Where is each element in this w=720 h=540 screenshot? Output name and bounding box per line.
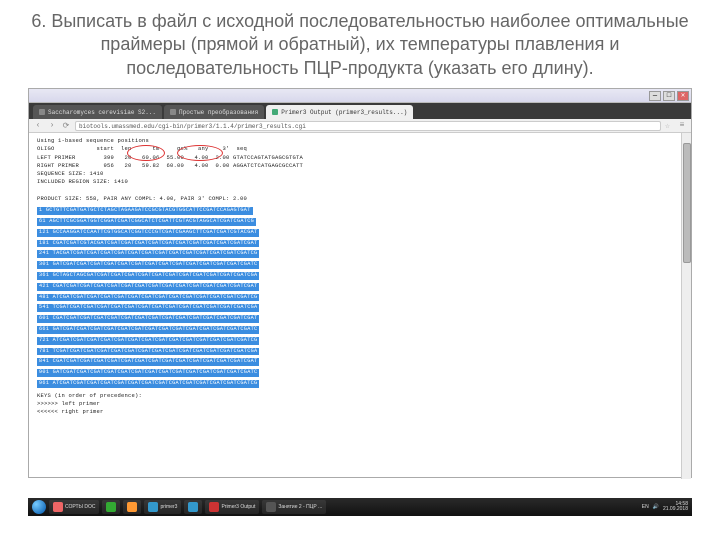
forward-button[interactable]: ›: [47, 121, 57, 131]
clock[interactable]: 14:58 21.09.2018: [663, 502, 688, 512]
sequence-row[interactable]: 61 AGCTTCGCGGATGGTCGGATCGATCGGCATCTCGATT…: [37, 218, 256, 226]
sequence-row[interactable]: 1 GCTGTTCGATGATGCTCTAGCTAGAAGATCCGCGTACG…: [37, 207, 253, 215]
tab-icon: [39, 109, 45, 115]
sequence-row[interactable]: 481 ATCGATCGATCGATCGATCGATCGATCGATCGATCG…: [37, 294, 259, 302]
app-icon: [127, 502, 137, 512]
sound-icon[interactable]: 🔊: [653, 504, 659, 510]
sequence-row[interactable]: 661 GATCGATCGATCGATCGATCGATCGATCGATCGATC…: [37, 326, 259, 334]
tab-icon: [170, 109, 176, 115]
url-input[interactable]: biotools.umassmed.edu/cgi-bin/primer3/1.…: [75, 121, 661, 131]
menu-button[interactable]: ≡: [677, 121, 687, 131]
taskbar-item[interactable]: [184, 500, 202, 514]
window-titlebar: — □ ✕: [29, 89, 691, 103]
taskbar-item[interactable]: Занятие 2 - ПЦР ...: [262, 500, 326, 514]
taskbar-item[interactable]: [102, 500, 120, 514]
sequence-row[interactable]: 121 GCCAAGGATCCAATTCGTGGCATCGGTCCCGTCGAT…: [37, 229, 259, 237]
keys-block: KEYS (in order of precedence): >>>>>> le…: [37, 392, 683, 417]
reload-button[interactable]: ⟳: [61, 121, 71, 131]
sequence-row[interactable]: 421 CGATCGATCGATCGATCGATCGATCGATCGATCGAT…: [37, 283, 259, 291]
taskbar-item[interactable]: [123, 500, 141, 514]
taskbar-item[interactable]: СОРТЫ DOC: [49, 500, 99, 514]
sequence-row[interactable]: 181 CGATCGATCGTACGATCGATCGATCGATCGATCGAT…: [37, 240, 259, 248]
browser-window: — □ ✕ Saccharomyces cerevisiae S2... Про…: [28, 88, 692, 478]
address-bar: ‹ › ⟳ biotools.umassmed.edu/cgi-bin/prim…: [29, 119, 691, 133]
taskbar-item[interactable]: Primer3 Output: [205, 500, 259, 514]
sequence-block: 1 GCTGTTCGATGATGCTCTAGCTAGAAGATCCGCGTACG…: [37, 205, 683, 389]
tab-label: Простые преобразования: [179, 109, 258, 116]
back-button[interactable]: ‹: [33, 121, 43, 131]
sequence-row[interactable]: 301 GATCGATCGATCGATCGATCGATCGATCGATCGATC…: [37, 261, 259, 269]
sequence-row[interactable]: 961 ATCGATCGATCGATCGATCGATCGATCGATCGATCG…: [37, 380, 259, 388]
tab-saccharomyces[interactable]: Saccharomyces cerevisiae S2...: [33, 105, 162, 119]
maximize-button[interactable]: □: [663, 91, 675, 101]
tab-label: Saccharomyces cerevisiae S2...: [48, 109, 156, 116]
sequence-row[interactable]: 361 GCTAGCTAGCGATCGATCGATCGATCGATCGATCGA…: [37, 272, 259, 280]
sequence-row[interactable]: 901 GATCGATCGATCGATCGATCGATCGATCGATCGATC…: [37, 369, 259, 377]
app-icon: [53, 502, 63, 512]
app-icon: [106, 502, 116, 512]
app-icon: [209, 502, 219, 512]
scroll-thumb[interactable]: [683, 143, 691, 263]
sequence-row[interactable]: 601 CGATCGATCGATCGATCGATCGATCGATCGATCGAT…: [37, 315, 259, 323]
language-indicator[interactable]: EN: [642, 504, 649, 510]
sequence-row[interactable]: 541 TCGATCGATCGATCGATCGATCGATCGATCGATCGA…: [37, 304, 259, 312]
tab-strip: Saccharomyces cerevisiae S2... Простые п…: [29, 103, 691, 119]
page-content: Using 1-based sequence positions OLIGO s…: [29, 133, 691, 475]
sequence-row[interactable]: 841 CGATCGATCGATCGATCGATCGATCGATCGATCGAT…: [37, 358, 259, 366]
system-tray: EN 🔊 14:58 21.09.2018: [642, 502, 688, 512]
tab-label: Primer3 Output (primer3_results...): [281, 109, 407, 116]
vertical-scrollbar[interactable]: [681, 133, 691, 479]
app-icon: [148, 502, 158, 512]
sequence-row[interactable]: 721 ATCGATCGATCGATCGATCGATCGATCGATCGATCG…: [37, 337, 259, 345]
slide-title: 6. Выписать в файл с исходной последоват…: [0, 0, 720, 88]
bookmark-icon[interactable]: ☆: [665, 121, 673, 131]
tab-transform[interactable]: Простые преобразования: [164, 105, 264, 119]
app-icon: [188, 502, 198, 512]
sequence-row[interactable]: 241 TACGATCGATCGATCGATCGATCGATCGATCGATCG…: [37, 250, 259, 258]
close-button[interactable]: ✕: [677, 91, 689, 101]
taskbar-item[interactable]: primer3: [144, 500, 181, 514]
taskbar: СОРТЫ DOC primer3 Primer3 Output Занятие…: [28, 498, 692, 516]
start-button[interactable]: [32, 500, 46, 514]
tab-primer3-output[interactable]: Primer3 Output (primer3_results...): [266, 105, 413, 119]
minimize-button[interactable]: —: [649, 91, 661, 101]
app-icon: [266, 502, 276, 512]
sequence-row[interactable]: 781 TCGATCGATCGATCGATCGATCGATCGATCGATCGA…: [37, 348, 259, 356]
tab-icon: [272, 109, 278, 115]
